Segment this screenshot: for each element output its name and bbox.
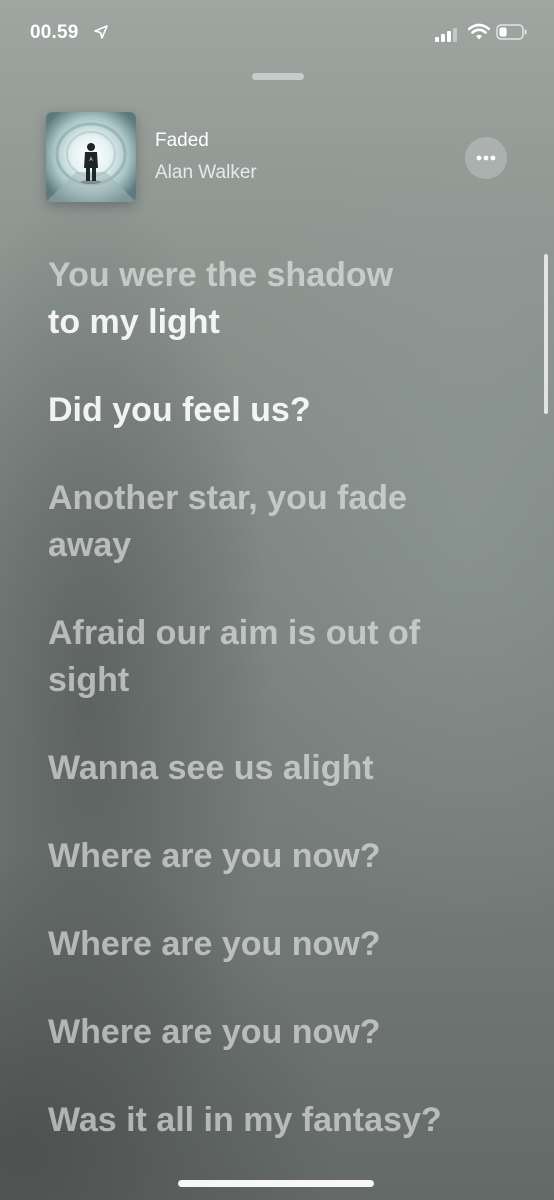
lyric-line[interactable]: Was it all in my fantasy? <box>48 1097 488 1144</box>
lyric-line[interactable]: Where are you now? <box>48 921 488 968</box>
location-arrow-icon <box>94 25 108 39</box>
more-options-button[interactable] <box>465 137 507 179</box>
status-time: 00.59 <box>30 22 79 43</box>
lyric-line-current[interactable]: You were the shadow to my light <box>48 252 488 346</box>
lyric-line[interactable]: Wanna see us alight <box>48 745 488 792</box>
wifi-icon <box>468 23 490 40</box>
lyric-line[interactable]: Where are you now? <box>48 1009 488 1056</box>
cellular-signal-icon <box>435 28 457 42</box>
now-playing-header: A Faded Alan Walker <box>0 100 554 210</box>
status-bar: 00.59 <box>0 0 554 64</box>
scroll-indicator[interactable] <box>544 254 548 414</box>
song-artist[interactable]: Alan Walker <box>155 162 257 184</box>
lyric-line[interactable]: Afraid our aim is out of sight <box>48 610 488 704</box>
lyrics-list: You were the shadow to my light Did you … <box>48 252 488 1185</box>
song-title: Faded <box>155 130 209 151</box>
ellipsis-icon <box>476 155 496 161</box>
lyric-line[interactable]: Did you feel us? <box>48 387 488 434</box>
home-indicator[interactable] <box>178 1180 374 1187</box>
lyric-line[interactable]: Another star, you fade away <box>48 475 488 569</box>
lyric-line-text-part1: You were the shadow <box>48 256 394 294</box>
lyric-line-text-part2: to my light <box>48 303 220 341</box>
battery-icon <box>496 24 527 40</box>
album-artwork[interactable]: A <box>46 112 136 202</box>
sheet-grabber[interactable] <box>252 73 304 80</box>
lyric-line[interactable]: Where are you now? <box>48 833 488 880</box>
